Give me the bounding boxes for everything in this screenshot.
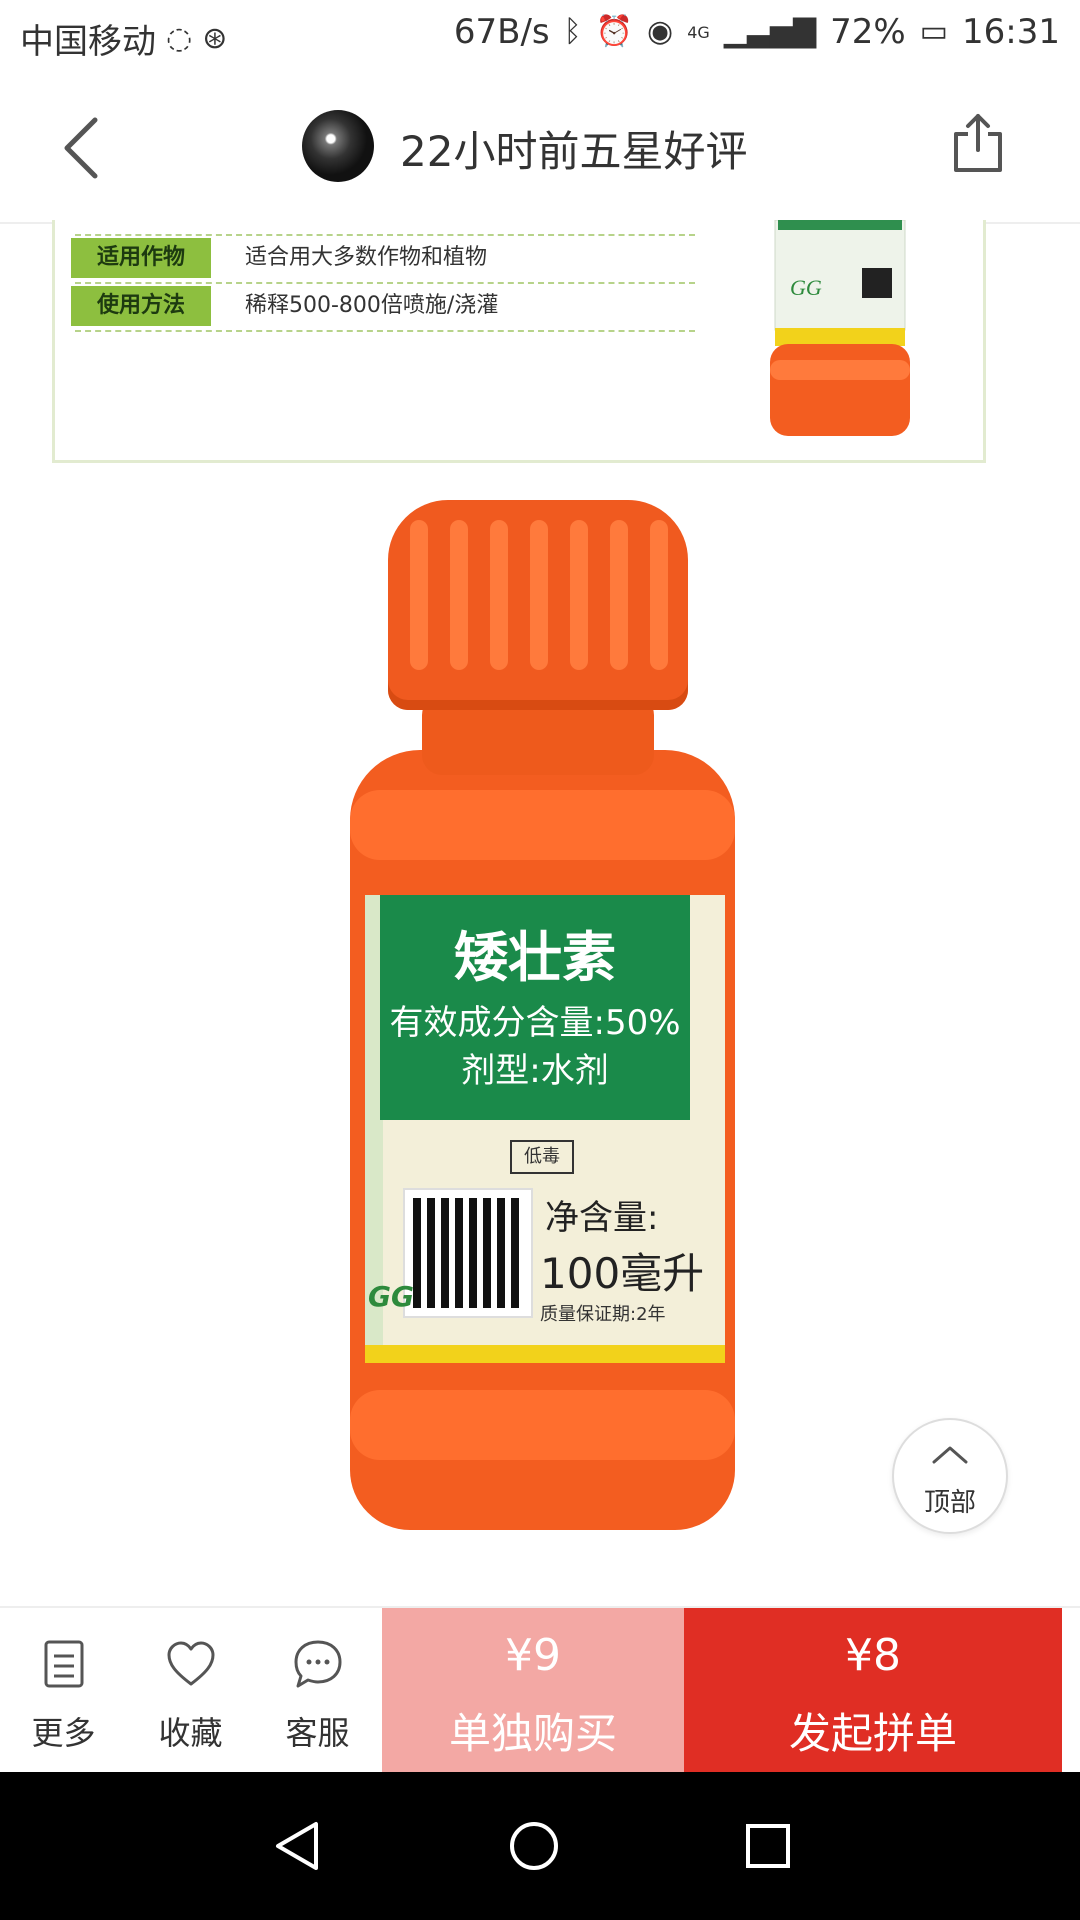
shelf-life: 质量保证期:2年 bbox=[540, 1304, 666, 1325]
brand-logo: GG bbox=[368, 1280, 414, 1313]
battery-percent: 72% bbox=[830, 12, 906, 52]
page-title: 22小时前五星好评 bbox=[400, 127, 748, 176]
svg-text:GG: GG bbox=[790, 275, 822, 300]
network-speed: 67B/s bbox=[453, 12, 550, 52]
more-label: 更多 bbox=[31, 1714, 96, 1752]
bottle-cap bbox=[388, 500, 688, 710]
reviewer-avatar[interactable] bbox=[302, 110, 374, 182]
back-arrow-icon[interactable] bbox=[55, 112, 115, 182]
network-type: 4G bbox=[687, 22, 710, 42]
bluetooth-icon: ᛒ bbox=[563, 14, 582, 49]
label-yellow-strip bbox=[365, 1345, 725, 1363]
more-button[interactable]: 更多 bbox=[0, 1608, 127, 1774]
start-group-buy-button[interactable]: ¥8 发起拼单 bbox=[684, 1608, 1062, 1774]
carrier-name: 中国移动 bbox=[20, 22, 156, 62]
favorite-label: 收藏 bbox=[158, 1714, 223, 1752]
dashed-divider bbox=[75, 330, 695, 332]
buy-alone-button[interactable]: ¥9 单独购买 bbox=[382, 1608, 684, 1774]
share-icon[interactable] bbox=[950, 112, 1006, 174]
banner-tag-usage: 使用方法 bbox=[71, 286, 211, 326]
solo-label: 单独购买 bbox=[448, 1709, 617, 1758]
battery-icon: ▭ bbox=[919, 14, 949, 49]
signal-icon: ▁▃▅▇ bbox=[723, 14, 817, 49]
chat-bubble-icon bbox=[294, 1640, 342, 1688]
bottle-ridge bbox=[350, 1390, 735, 1460]
heart-icon bbox=[167, 1641, 215, 1686]
solo-price: ¥9 bbox=[505, 1630, 561, 1681]
mini-bottle-image: GG bbox=[770, 220, 910, 436]
system-nav-bar bbox=[0, 1772, 1080, 1920]
sync-icon: ◌ bbox=[166, 20, 193, 56]
nav-back-icon[interactable] bbox=[272, 1820, 322, 1872]
banner-tag-crops: 适用作物 bbox=[71, 238, 211, 278]
app-notification-icon: ⊛ bbox=[202, 20, 228, 56]
qr-code bbox=[403, 1188, 533, 1318]
customer-service-label: 客服 bbox=[285, 1714, 350, 1752]
favorite-button[interactable]: 收藏 bbox=[127, 1608, 254, 1774]
eye-icon: ◉ bbox=[647, 14, 674, 49]
nav-home-icon[interactable] bbox=[506, 1818, 562, 1874]
active-ingredient: 有效成分含量:50% bbox=[389, 1003, 681, 1043]
alarm-icon: ⏰ bbox=[595, 14, 634, 49]
banner-text-usage: 稀释500-800倍喷施/浇灌 bbox=[245, 293, 499, 318]
customer-service-button[interactable]: 客服 bbox=[254, 1608, 381, 1774]
status-left: 中国移动 ◌ ⊛ bbox=[20, 14, 227, 63]
bottom-action-bar: 更多 收藏 客服 ¥9 单独购买 ¥8 发起拼单 bbox=[0, 1606, 1080, 1774]
status-bar: 中国移动 ◌ ⊛ 67B/s ᛒ ⏰ ◉ 4G ▁▃▅▇ 72% ▭ 16:31 bbox=[0, 0, 1080, 72]
product-bottle-image: 矮壮素 有效成分含量:50% 剂型:水剂 低毒 净含量: 100毫升 质量保证期… bbox=[330, 500, 750, 1540]
group-price: ¥8 bbox=[845, 1630, 901, 1681]
chevron-up-icon bbox=[932, 1446, 968, 1464]
net-content-title: 净含量: bbox=[545, 1198, 659, 1238]
net-content-value: 100毫升 bbox=[540, 1249, 705, 1298]
nav-recents-icon[interactable] bbox=[744, 1822, 792, 1870]
dashed-divider bbox=[75, 282, 695, 284]
dashed-divider bbox=[75, 234, 695, 236]
banner-text-crops: 适合用大多数作物和植物 bbox=[245, 245, 488, 270]
product-info-banner: 适用作物 适合用大多数作物和植物 使用方法 稀释500-800倍喷施/浇灌 GG bbox=[52, 220, 986, 463]
formulation: 剂型:水剂 bbox=[461, 1051, 609, 1091]
label-green-panel: 矮壮素 有效成分含量:50% 剂型:水剂 bbox=[380, 895, 690, 1120]
back-to-top-button[interactable]: 顶部 bbox=[892, 1418, 1008, 1534]
bottle-ridge bbox=[350, 790, 735, 860]
status-right: 67B/s ᛒ ⏰ ◉ 4G ▁▃▅▇ 72% ▭ 16:31 bbox=[454, 12, 1060, 52]
clock: 16:31 bbox=[962, 12, 1060, 52]
toxicity-badge: 低毒 bbox=[510, 1140, 574, 1174]
back-to-top-label: 顶部 bbox=[923, 1488, 976, 1518]
product-name: 矮壮素 bbox=[454, 926, 616, 989]
group-label: 发起拼单 bbox=[788, 1709, 957, 1758]
menu-list-icon bbox=[44, 1640, 84, 1688]
